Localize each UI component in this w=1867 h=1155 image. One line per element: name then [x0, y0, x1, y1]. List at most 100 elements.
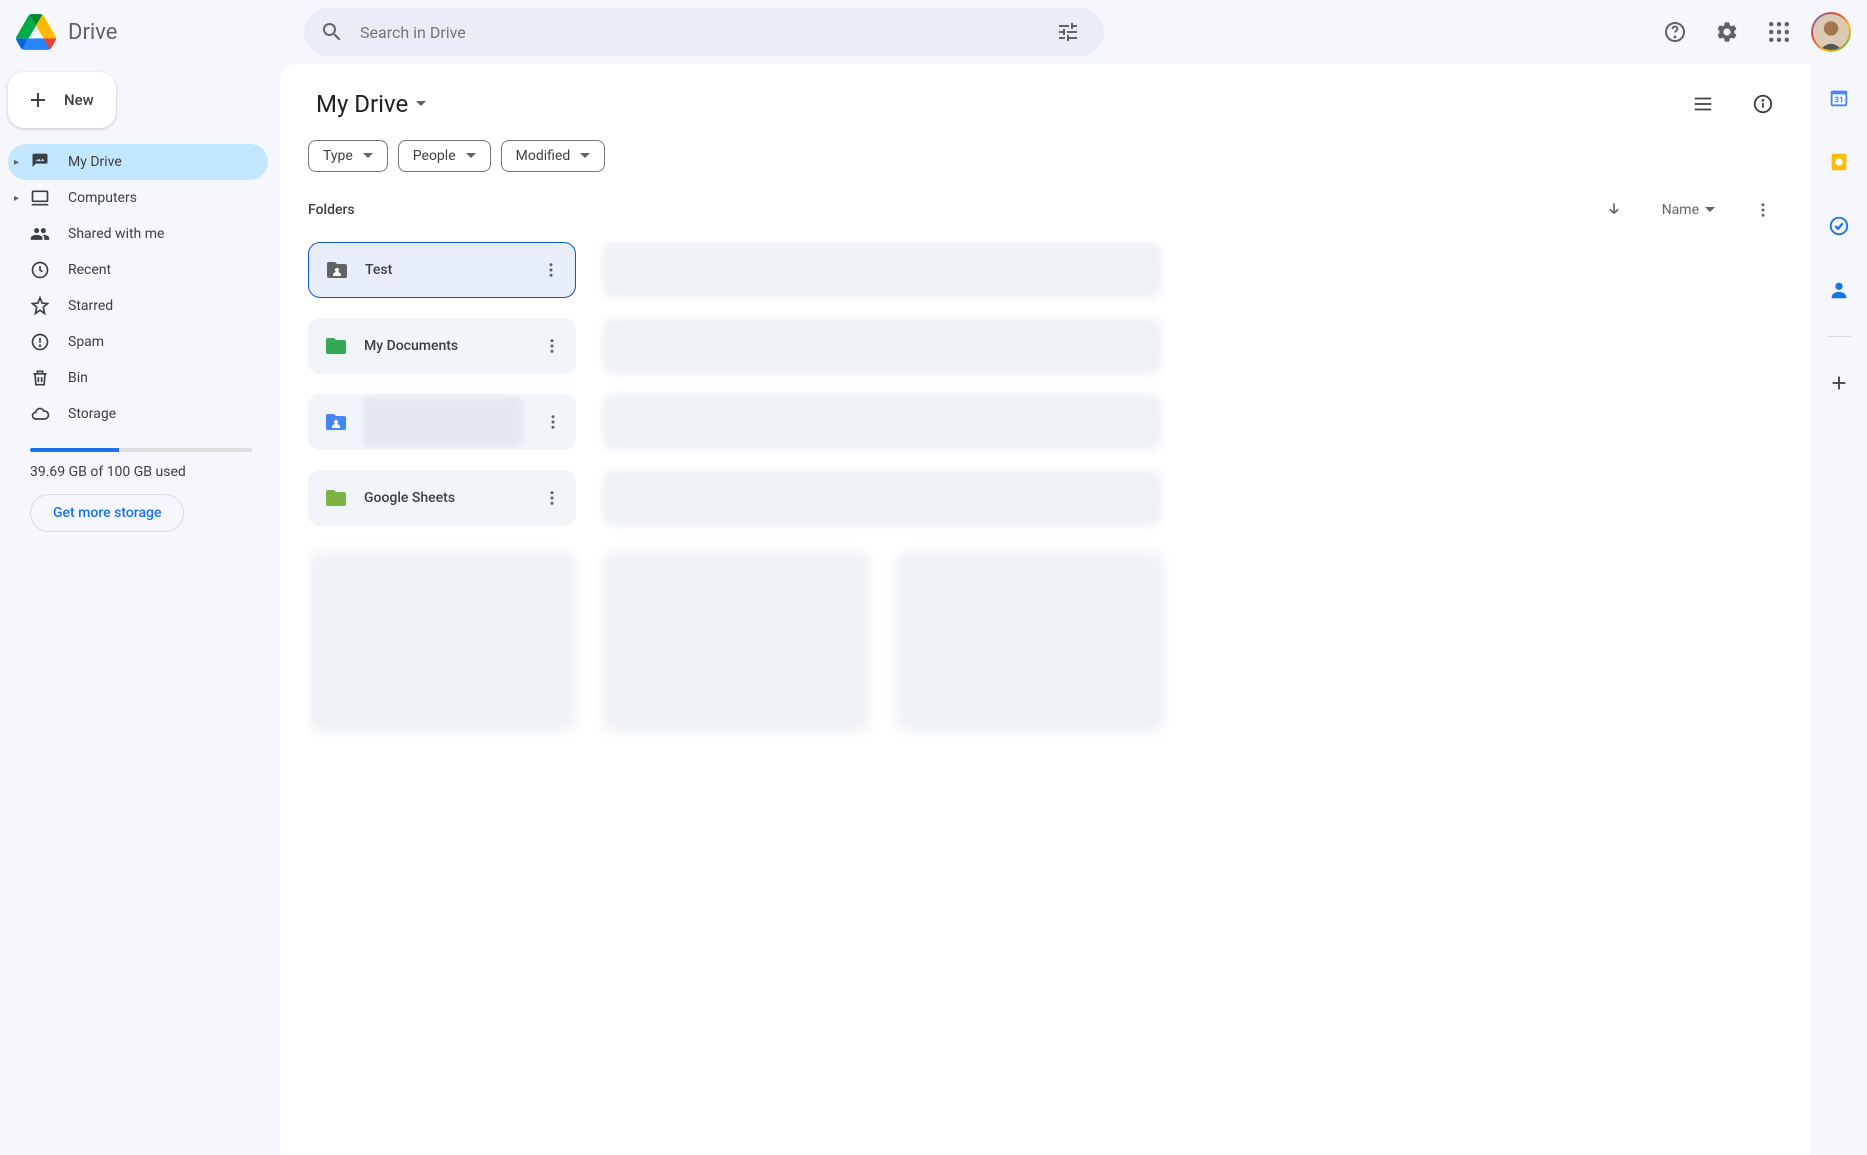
folder-name: Test: [365, 262, 519, 278]
sidebar-label: Starred: [68, 298, 113, 314]
folder-card[interactable]: [308, 394, 576, 450]
chevron-down-icon: [466, 153, 476, 163]
plus-icon: [1828, 372, 1850, 394]
layout-toggle-button[interactable]: [1683, 84, 1723, 124]
sidebar-label: Storage: [68, 406, 116, 422]
section-folders-label: Folders: [308, 202, 355, 218]
chevron-down-icon: [580, 153, 590, 163]
settings-button[interactable]: [1707, 12, 1747, 52]
storage-meter: [30, 448, 252, 452]
trash-icon: [30, 368, 50, 388]
file-card-redacted: [308, 552, 576, 732]
brand-title: Drive: [68, 20, 117, 45]
folder-icon: [324, 410, 348, 434]
folder-more-button[interactable]: [536, 482, 568, 514]
shared-icon: [30, 224, 50, 244]
sidebar-label: Shared with me: [68, 226, 164, 242]
tune-icon: [1056, 20, 1080, 44]
folder-card[interactable]: Google Sheets: [308, 470, 576, 526]
computer-icon: [30, 188, 50, 208]
folder-name: My Documents: [364, 338, 520, 354]
sort-by-button[interactable]: Name: [1662, 202, 1715, 218]
calendar-icon: 31: [1828, 87, 1850, 109]
rail-separator: [1827, 336, 1851, 337]
rail-add-addon[interactable]: [1821, 365, 1857, 401]
storage-used-text: 39.69 GB of 100 GB used: [30, 464, 252, 480]
arrow-down-icon: [1604, 200, 1624, 220]
folder-card[interactable]: Test: [308, 242, 576, 298]
search-bar[interactable]: [304, 8, 1104, 56]
filter-modified[interactable]: Modified: [501, 140, 606, 172]
plus-icon: [26, 88, 50, 112]
file-card-redacted: [896, 552, 1164, 732]
folder-name: Google Sheets: [364, 490, 520, 506]
chip-label: Type: [323, 148, 353, 164]
new-button-label: New: [64, 91, 94, 109]
sidebar-label: My Drive: [68, 154, 122, 170]
filter-people[interactable]: People: [398, 140, 491, 172]
sidebar-item-spam[interactable]: Spam: [8, 324, 268, 360]
rail-calendar[interactable]: 31: [1821, 80, 1857, 116]
sidebar-label: Spam: [68, 334, 104, 350]
cloud-icon: [30, 404, 50, 424]
folder-icon: [325, 258, 349, 282]
folder-name-redacted: [364, 398, 522, 446]
more-options-button[interactable]: [1743, 190, 1783, 230]
apps-button[interactable]: [1759, 12, 1799, 52]
breadcrumb-my-drive[interactable]: My Drive: [308, 86, 434, 122]
rail-tasks[interactable]: [1821, 208, 1857, 244]
my-drive-icon: [30, 152, 50, 172]
sidebar-item-storage[interactable]: Storage: [8, 396, 268, 432]
sidebar-item-recent[interactable]: Recent: [8, 252, 268, 288]
breadcrumb-label: My Drive: [316, 90, 408, 118]
more-vert-icon: [1754, 201, 1772, 219]
chevron-down-icon: [1705, 207, 1715, 217]
sidebar-item-starred[interactable]: Starred: [8, 288, 268, 324]
help-icon: [1663, 20, 1687, 44]
rail-keep[interactable]: [1821, 144, 1857, 180]
svg-text:31: 31: [1834, 96, 1843, 106]
sidebar-label: Recent: [68, 262, 111, 278]
apps-grid-icon: [1769, 22, 1789, 42]
sidebar-item-shared[interactable]: Shared with me: [8, 216, 268, 252]
file-card-redacted: [602, 552, 870, 732]
folder-card-redacted: [602, 318, 1162, 374]
folder-card[interactable]: My Documents: [308, 318, 576, 374]
chip-label: People: [413, 148, 456, 164]
rail-contacts[interactable]: [1821, 272, 1857, 308]
folder-icon: [324, 486, 348, 510]
sort-label: Name: [1662, 202, 1699, 218]
info-icon: [1752, 93, 1774, 115]
sidebar-item-my-drive[interactable]: My Drive: [8, 144, 268, 180]
folder-card-redacted: [602, 242, 1162, 298]
filter-type[interactable]: Type: [308, 140, 388, 172]
sidebar-label: Bin: [68, 370, 88, 386]
chevron-down-icon: [363, 153, 373, 163]
details-button[interactable]: [1743, 84, 1783, 124]
gear-icon: [1715, 20, 1739, 44]
spam-icon: [30, 332, 50, 352]
drive-logo-link[interactable]: Drive: [16, 14, 296, 50]
search-icon: [320, 20, 344, 44]
star-icon: [30, 296, 50, 316]
keep-icon: [1828, 151, 1850, 173]
account-avatar[interactable]: [1811, 12, 1851, 52]
new-button[interactable]: New: [8, 72, 116, 128]
sort-direction-button[interactable]: [1594, 190, 1634, 230]
person-icon: [1828, 279, 1850, 301]
chevron-down-icon: [416, 101, 426, 111]
folder-more-button[interactable]: [536, 330, 568, 362]
search-input[interactable]: [360, 23, 1032, 42]
list-view-icon: [1692, 93, 1714, 115]
search-options-button[interactable]: [1048, 12, 1088, 52]
get-more-storage-button[interactable]: Get more storage: [30, 494, 184, 532]
avatar-image: [1813, 14, 1849, 50]
help-button[interactable]: [1655, 12, 1695, 52]
folder-more-button[interactable]: [538, 406, 568, 438]
tasks-icon: [1828, 215, 1850, 237]
sidebar-item-bin[interactable]: Bin: [8, 360, 268, 396]
clock-icon: [30, 260, 50, 280]
drive-logo-icon: [16, 14, 56, 50]
folder-more-button[interactable]: [535, 254, 567, 286]
sidebar-item-computers[interactable]: Computers: [8, 180, 268, 216]
